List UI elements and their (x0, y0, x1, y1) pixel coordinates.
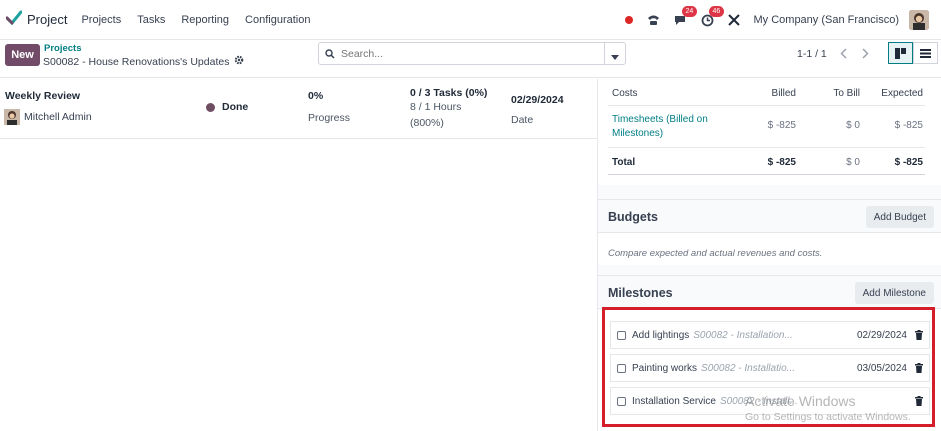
total-tobill: $ 0 (846, 157, 860, 168)
search-separator (604, 43, 605, 64)
chevron-right-icon (861, 47, 869, 59)
hours-summary: 8 / 1 Hours (410, 101, 462, 113)
costs-col-header: Costs (612, 88, 638, 99)
timesheets-billed: $ -825 (767, 120, 796, 131)
milestones-title: Milestones (608, 286, 673, 300)
milestone-item[interactable]: Add lightings S00082 - Installation... 02… (610, 321, 930, 349)
milestone-checkbox[interactable] (617, 364, 626, 373)
search-options-dropdown-icon[interactable] (611, 51, 619, 63)
author-name: Mitchell Admin (24, 111, 92, 123)
update-date-value: 02/29/2024 (511, 94, 564, 106)
hours-percentage: (800%) (410, 117, 444, 129)
add-milestone-button[interactable]: Add Milestone (854, 282, 934, 304)
menu-tasks[interactable]: Tasks (137, 14, 165, 26)
list-icon (920, 48, 931, 58)
menu-reporting[interactable]: Reporting (181, 14, 229, 26)
trash-icon[interactable] (915, 396, 923, 409)
costs-row-timesheets: Timesheets (Billed on Milestones) $ -825… (608, 106, 925, 148)
timesheets-link[interactable]: Timesheets (Billed on Milestones) (612, 113, 722, 141)
timesheets-expected: $ -825 (894, 120, 923, 131)
timesheets-tobill: $ 0 (846, 120, 860, 131)
milestone-label: Add lightings S00082 - Installation... (632, 330, 793, 341)
update-status: Done (206, 101, 248, 113)
kanban-view-button[interactable] (888, 42, 913, 64)
chat-icon[interactable]: 24 (674, 6, 698, 26)
author-avatar (4, 109, 20, 125)
billed-col-header: Billed (771, 88, 796, 99)
top-navbar: Project Projects Tasks Reporting Configu… (0, 0, 941, 40)
milestone-deadline[interactable]: 03/05/2024 (857, 363, 907, 374)
budgets-header: Budgets Add Budget (598, 199, 941, 233)
budgets-description: Compare expected and actual revenues and… (608, 248, 823, 259)
chat-count-badge: 24 (681, 6, 698, 17)
pager-previous-button[interactable] (832, 42, 854, 64)
progress-label: Progress (308, 112, 351, 124)
menu-configuration[interactable]: Configuration (245, 14, 310, 26)
costs-table: Costs Billed To Bill Expected Timesheets… (608, 79, 925, 175)
project-update-row[interactable]: Weekly Review Mitchell Admin Done 0% Pro… (0, 79, 597, 139)
breadcrumb-current: S00082 - House Renovations's Updates (43, 55, 244, 68)
total-expected: $ -825 (894, 157, 923, 168)
breadcrumb-current-label: S00082 - House Renovations's Updates (43, 55, 230, 68)
costs-header-row: Costs Billed To Bill Expected (608, 79, 925, 106)
checkmark-logo-icon (5, 10, 23, 29)
pager-value[interactable]: 1-1 / 1 (797, 48, 827, 60)
update-title: Weekly Review (5, 90, 81, 102)
pager-next-button[interactable] (854, 42, 876, 64)
user-avatar[interactable] (909, 10, 929, 30)
menu-projects[interactable]: Projects (81, 14, 121, 26)
breadcrumb-projects-link[interactable]: Projects (44, 43, 82, 54)
total-billed: $ -825 (767, 157, 796, 168)
activation-watermark-subtitle: Go to Settings to activate Windows. (745, 411, 911, 423)
activation-watermark-title: Activate Windows (745, 393, 856, 409)
update-date-label: Date (511, 114, 534, 126)
app-name[interactable]: Project (27, 12, 67, 27)
milestone-item[interactable]: Painting works S00082 - Installatio... 03… (610, 354, 930, 382)
project-sidebar-panel: Costs Billed To Bill Expected Timesheets… (597, 79, 941, 431)
recording-dot-icon[interactable] (624, 16, 633, 24)
activity-count-badge: 46 (708, 5, 725, 17)
total-label: Total (612, 157, 636, 168)
phone-icon[interactable] (647, 14, 660, 26)
search-bar[interactable] (318, 42, 626, 65)
search-icon (325, 48, 335, 59)
costs-total-row: Total $ -825 $ 0 $ -825 (608, 148, 925, 175)
trash-icon[interactable] (915, 363, 923, 376)
activity-clock-icon[interactable]: 46 (701, 5, 725, 27)
milestone-checkbox[interactable] (617, 331, 626, 340)
expected-col-header: Expected (881, 88, 923, 99)
list-view-button[interactable] (913, 42, 938, 64)
tasks-summary: 0 / 3 Tasks (0%) (410, 87, 488, 99)
gear-icon[interactable] (234, 55, 244, 68)
company-switcher[interactable]: My Company (San Francisco) (754, 14, 900, 26)
milestone-deadline[interactable]: 02/29/2024 (857, 330, 907, 341)
milestones-header: Milestones Add Milestone (598, 275, 941, 309)
control-panel: New Projects S00082 - House Renovations'… (0, 40, 941, 78)
app-logo[interactable]: Project (5, 10, 81, 29)
milestone-checkbox[interactable] (617, 397, 626, 406)
tobill-col-header: To Bill (833, 88, 860, 99)
milestone-label: Painting works S00082 - Installatio... (632, 363, 795, 374)
trash-icon[interactable] (915, 330, 923, 343)
status-label: Done (222, 101, 249, 113)
budgets-title: Budgets (608, 210, 658, 224)
milestones-highlight-box: Add lightings S00082 - Installation... 02… (602, 307, 935, 427)
debug-tools-icon[interactable] (727, 14, 740, 26)
section-spacer (598, 185, 941, 200)
add-budget-button[interactable]: Add Budget (865, 206, 934, 228)
update-author: Mitchell Admin (4, 109, 92, 125)
chevron-left-icon (839, 47, 847, 59)
kanban-icon (895, 47, 906, 59)
new-button[interactable]: New (5, 44, 40, 66)
search-input[interactable] (341, 47, 601, 60)
status-dot-icon (206, 102, 215, 112)
progress-value: 0% (308, 90, 324, 102)
